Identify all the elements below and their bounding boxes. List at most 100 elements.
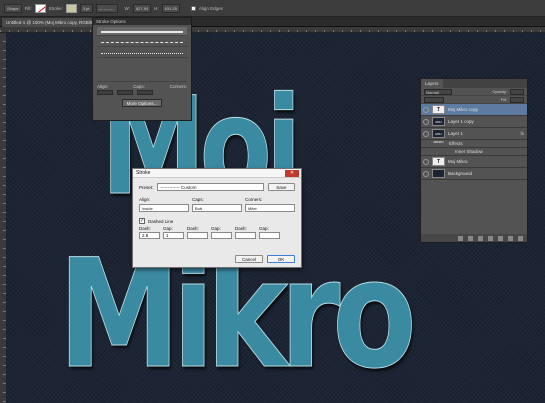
eye-icon[interactable]	[423, 118, 429, 125]
fx-icon[interactable]: fx	[520, 131, 524, 136]
layers-footer	[421, 234, 527, 242]
dash-gap-column: Gap:	[259, 226, 280, 239]
stroke-options-title: Stroke Options	[93, 18, 191, 25]
dashed-line-row: ✓ Dashed Line	[133, 212, 301, 224]
lock-icons[interactable]	[424, 96, 444, 103]
document-tab[interactable]: Untitled-1 @ 100% (Moj Mikro copy, RGB/8…	[2, 18, 99, 27]
layer-row[interactable]: MOJ MIKROLayer 1 copy	[421, 116, 527, 132]
layer-name: Layer 1 copy	[448, 119, 474, 124]
dash-gap-label: Gap:	[163, 226, 173, 231]
trash-icon[interactable]	[518, 235, 523, 241]
stroke-style-solid[interactable]	[97, 27, 187, 36]
stroke-options-panel: Stroke Options Align: Caps: Corners: Mor…	[92, 17, 192, 121]
layer-thumbnail: MOJ MIKRO	[432, 129, 445, 144]
close-icon[interactable]: ✕	[285, 170, 299, 177]
dialog-corners-dropdown[interactable]: Miter	[245, 204, 295, 212]
eye-icon[interactable]	[423, 158, 429, 165]
dash-gap-input[interactable]	[235, 232, 256, 239]
dialog-align-label: Align:	[139, 197, 151, 202]
stroke-caps-label: Caps:	[133, 84, 145, 89]
dash-gap-input[interactable]	[259, 232, 280, 239]
stroke-options-dropdowns	[93, 89, 191, 96]
stroke-swatch[interactable]	[65, 3, 77, 13]
dash-gap-column: Dash: 2.8	[139, 226, 160, 239]
document-tab-bar: Untitled-1 @ 100% (Moj Mikro copy, RGB/8…	[0, 17, 545, 27]
dash-gap-input[interactable]	[211, 232, 232, 239]
dialog-corners-label: Corners:	[245, 197, 263, 202]
more-options-button[interactable]: More Options...	[122, 99, 162, 107]
fill-opacity-label: Fill:	[500, 97, 507, 102]
stroke-style-list-empty	[97, 60, 187, 82]
dash-gap-column: Dash:	[235, 226, 256, 239]
stroke-style-dashed[interactable]	[97, 38, 187, 47]
eye-icon[interactable]	[423, 106, 429, 113]
eye-icon[interactable]	[423, 170, 429, 177]
opacity-label: Opacity:	[492, 89, 507, 94]
layer-name: Moj Mikro	[448, 159, 468, 164]
caps-dropdown[interactable]	[117, 90, 133, 95]
layer-name: Layer 1	[448, 131, 464, 136]
preset-row: Preset: ------------- Custom Save	[133, 178, 301, 191]
align-edges-label: Align Edges	[198, 5, 223, 11]
add-style-icon[interactable]	[468, 235, 473, 241]
fill-opacity-field[interactable]	[510, 96, 524, 103]
shape-mode-dropdown[interactable]: Shape	[4, 3, 22, 13]
stroke-dialog-title: Stroke ✕	[133, 169, 301, 178]
preset-value: Custom	[181, 185, 197, 190]
dash-gap-input[interactable]	[187, 232, 208, 239]
dialog-caps-dropdown[interactable]: Butt	[192, 204, 242, 212]
stroke-label: Stroke:	[48, 5, 63, 11]
dashed-line-label: Dashed Line	[148, 218, 174, 224]
ok-button[interactable]: OK	[267, 255, 295, 263]
fill-swatch[interactable]	[34, 3, 46, 13]
dialog-align-dropdown[interactable]: Inside	[139, 204, 189, 212]
layer-thumbnail	[432, 169, 445, 178]
stroke-dialog: Stroke ✕ Preset: ------------- Custom Sa…	[132, 168, 302, 268]
options-bar: Shape Fill: Stroke: 3 pt — — — W: 827.94…	[0, 0, 545, 17]
corners-dropdown[interactable]	[137, 90, 153, 95]
blend-mode-dropdown[interactable]: Normal	[424, 88, 452, 95]
layer-row[interactable]: MOJ MIKRO Layer 1 fx	[421, 128, 527, 144]
adjustment-layer-icon[interactable]	[488, 235, 493, 241]
layers-panel: Layers Normal Opacity: Fill: T Moj Mikro …	[420, 78, 528, 243]
align-dropdown[interactable]	[97, 90, 113, 95]
inner-shadow-row[interactable]: Inner Shadow	[421, 148, 527, 156]
dialog-buttons: Cancel OK	[235, 255, 295, 263]
dash-gap-input[interactable]: 2.8	[139, 232, 160, 239]
add-mask-icon[interactable]	[478, 235, 483, 241]
dash-gap-label: Gap:	[259, 226, 269, 231]
save-button[interactable]: Save	[267, 183, 295, 191]
stroke-type-dropdown[interactable]: — — —	[95, 3, 118, 13]
preset-line-preview: -------------	[160, 185, 180, 190]
new-layer-icon[interactable]	[508, 235, 513, 241]
layer-thumbnail: MOJ MIKRO	[432, 117, 445, 132]
dash-gap-column: Dash:	[187, 226, 208, 239]
stroke-style-dotted[interactable]	[97, 49, 187, 58]
dash-gap-label: Dash:	[187, 226, 199, 231]
preset-dropdown[interactable]: ------------- Custom	[157, 183, 264, 191]
eye-icon[interactable]	[423, 130, 429, 137]
dashed-line-checkbox[interactable]: ✓	[139, 218, 145, 224]
preset-label: Preset:	[139, 184, 154, 190]
h-label: H:	[154, 5, 159, 11]
layers-tab[interactable]: Layers	[421, 79, 443, 88]
dash-gap-label: Dash:	[235, 226, 247, 231]
cancel-button[interactable]: Cancel	[235, 255, 263, 263]
layer-row[interactable]: T Moj Mikro	[421, 156, 527, 168]
height-field[interactable]: 631.25	[161, 3, 180, 13]
layer-name: Moj Mikro copy	[448, 107, 479, 112]
stroke-width-field[interactable]: 3 pt	[79, 3, 93, 13]
width-field[interactable]: 827.94	[132, 3, 152, 13]
dash-gap-input[interactable]: 1	[163, 232, 184, 239]
dialog-title-text: Stroke	[136, 170, 151, 176]
layer-row[interactable]: T Moj Mikro copy	[421, 104, 527, 116]
stroke-settings-groups: Align: Inside Caps: Butt Corners: Miter	[133, 191, 301, 212]
dash-gap-column: Gap:	[211, 226, 232, 239]
link-layers-icon[interactable]	[458, 235, 463, 241]
opacity-field[interactable]	[510, 88, 524, 95]
align-edges-checkbox[interactable]: ✓	[190, 5, 196, 11]
new-group-icon[interactable]	[498, 235, 503, 241]
dash-gap-fields: Dash: 2.8 Gap: 1 Dash: Gap: Dash: Gap:	[133, 224, 301, 239]
dash-gap-column: Gap: 1	[163, 226, 184, 239]
layer-row[interactable]: Background	[421, 168, 527, 180]
